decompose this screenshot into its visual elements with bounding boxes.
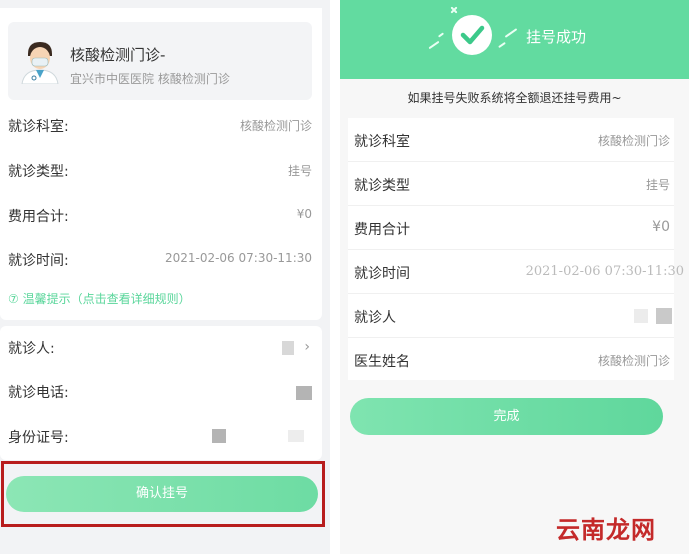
- registration-success-panel: 挂号成功 如果挂号失败系统将全额退还挂号费用~ 就诊科室 核酸检测门诊 就诊类型…: [340, 0, 689, 554]
- patient-label: 就诊人:: [8, 341, 55, 357]
- patient-info-card: 就诊人: › 就诊电话: 身份证号:: [0, 326, 322, 460]
- sparkle-icon: [437, 32, 445, 38]
- detail-label: 就诊时间: [354, 266, 410, 282]
- visit-type-label: 就诊类型:: [8, 164, 69, 180]
- detail-value: 2021-02-06 07:30-11:30: [525, 264, 684, 279]
- detail-label: 费用合计: [354, 222, 410, 238]
- sparkle-icon: [504, 28, 518, 38]
- id-number-redacted: [212, 429, 226, 443]
- visit-type-value: 挂号: [287, 164, 312, 178]
- detail-row-time: 就诊时间 2021-02-06 07:30-11:30: [348, 250, 684, 294]
- id-number-redacted-2: [288, 430, 304, 442]
- refund-notice: 如果挂号失败系统将全额退还挂号费用~: [407, 91, 622, 105]
- visit-time-value: 2021-02-06 07:30-11:30: [164, 251, 312, 265]
- patient-value-redacted: [282, 341, 294, 355]
- detail-row-patient: 就诊人: [348, 294, 674, 338]
- success-banner: 挂号成功: [340, 0, 689, 79]
- fee-total-value: ¥0: [296, 207, 312, 221]
- registration-info-card: 核酸检测门诊- 宜兴市中医医院 核酸检测门诊 就诊科室: 核酸检测门诊 就诊类型…: [0, 8, 322, 320]
- sparkle-icon: [498, 41, 506, 49]
- doctor-avatar-icon: [21, 42, 59, 84]
- fee-total-row: 费用合计: ¥0: [8, 202, 312, 232]
- detail-label: 医生姓名: [354, 354, 410, 370]
- visit-type-row: 就诊类型: 挂号: [8, 157, 312, 187]
- phone-value-redacted: [296, 386, 312, 400]
- visit-time-row: 就诊时间: 2021-02-06 07:30-11:30: [8, 246, 312, 276]
- warm-tip-link[interactable]: ⑦ 温馨提示（点击查看详细规则）: [8, 290, 191, 307]
- doctor-name: 核酸检测门诊-: [70, 46, 166, 64]
- success-title: 挂号成功: [526, 28, 587, 46]
- department-value: 核酸检测门诊: [239, 119, 312, 133]
- detail-value: 挂号: [645, 178, 670, 192]
- chevron-right-icon: ›: [304, 339, 310, 355]
- detail-value: ¥0: [652, 219, 670, 235]
- detail-row-department: 就诊科室 核酸检测门诊: [348, 118, 674, 162]
- detail-row-fee: 费用合计 ¥0: [348, 206, 674, 250]
- detail-label: 就诊人: [354, 310, 396, 326]
- patient-row[interactable]: 就诊人: ›: [8, 334, 312, 364]
- detail-row-doctor: 医生姓名 核酸检测门诊: [348, 338, 674, 382]
- visit-time-label: 就诊时间:: [8, 253, 69, 269]
- sparkle-icon: [428, 40, 440, 50]
- detail-label: 就诊类型: [354, 178, 410, 194]
- patient-redacted: [634, 309, 648, 323]
- phone-label: 就诊电话:: [8, 385, 69, 401]
- detail-row-visit-type: 就诊类型 挂号: [348, 162, 674, 206]
- confirm-registration-button[interactable]: 确认挂号: [6, 476, 318, 512]
- patient-redacted-2: [656, 308, 672, 324]
- registration-confirm-panel: 核酸检测门诊- 宜兴市中医医院 核酸检测门诊 就诊科室: 核酸检测门诊 就诊类型…: [0, 0, 330, 554]
- hospital-department: 宜兴市中医医院 核酸检测门诊: [70, 72, 230, 86]
- department-row: 就诊科室: 核酸检测门诊: [8, 112, 312, 142]
- phone-row: 就诊电话:: [8, 378, 312, 408]
- detail-value: 核酸检测门诊: [597, 354, 670, 368]
- department-label: 就诊科室:: [8, 119, 69, 135]
- id-number-row: 身份证号:: [8, 423, 312, 453]
- success-check-icon: [452, 15, 492, 55]
- detail-label: 就诊科室: [354, 134, 410, 150]
- detail-value: 核酸检测门诊: [597, 134, 670, 148]
- doctor-card: 核酸检测门诊- 宜兴市中医医院 核酸检测门诊: [8, 22, 312, 100]
- id-number-label: 身份证号:: [8, 430, 69, 446]
- watermark-logo: 云南龙网: [556, 515, 656, 544]
- registration-detail-list: 就诊科室 核酸检测门诊 就诊类型 挂号 费用合计 ¥0 就诊时间 2021-02…: [348, 118, 684, 382]
- done-button[interactable]: 完成: [350, 398, 663, 435]
- fee-total-label: 费用合计:: [8, 209, 69, 225]
